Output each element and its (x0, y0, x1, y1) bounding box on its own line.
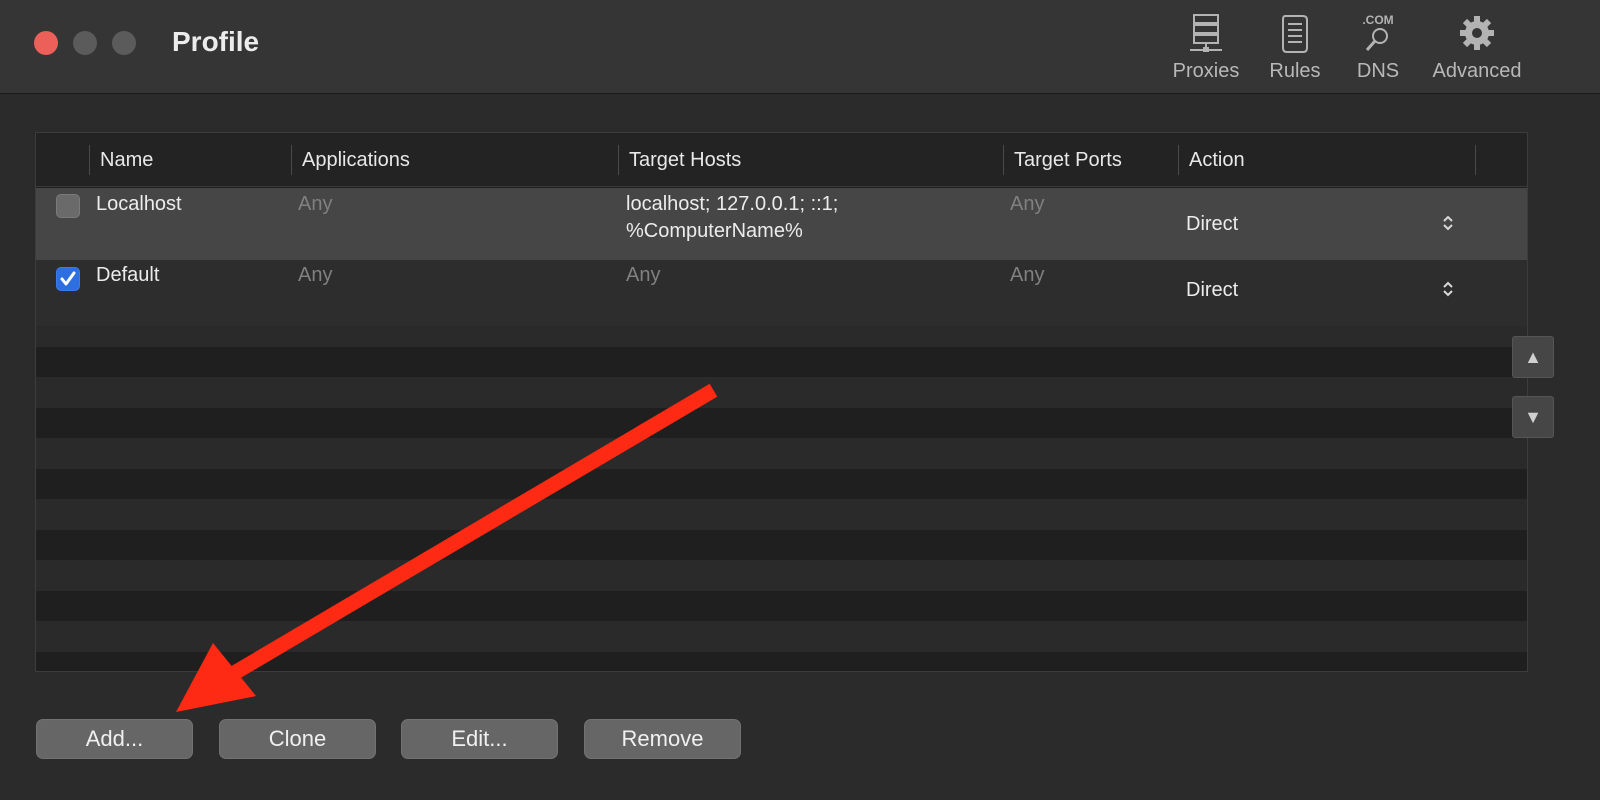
row-action-select[interactable]: Direct (1186, 210, 1238, 238)
row-applications: Any (298, 264, 333, 286)
row-target-ports: Any (1010, 264, 1045, 286)
toolbar-dns-button[interactable]: .COM DNS (1348, 12, 1408, 88)
scroll-icon (1282, 15, 1308, 53)
row-applications: Any (298, 193, 333, 215)
column-header-applications[interactable]: Applications (291, 145, 618, 175)
toolbar-proxies-label: Proxies (1172, 60, 1240, 82)
column-header-target-hosts[interactable]: Target Hosts (618, 145, 1003, 175)
checkmark-icon (60, 271, 76, 286)
table-header: Name Applications Target Hosts Target Po… (36, 133, 1527, 187)
row-target-hosts-line1: localhost; 127.0.0.1; ::1; (626, 193, 839, 215)
updown-chevron-icon[interactable] (1440, 278, 1456, 300)
dns-badge-text: .COM (1362, 13, 1393, 27)
toolbar-advanced-label: Advanced (1432, 60, 1522, 82)
row-target-hosts-line2: %ComputerName% (626, 220, 803, 242)
minimize-window-button[interactable] (73, 31, 97, 55)
close-window-button[interactable] (34, 31, 58, 55)
toolbar-advanced-button[interactable]: Advanced (1424, 12, 1530, 88)
title-bar: Profile Proxies Rules .COM DNS Advanced (0, 0, 1600, 94)
row-name: Default (96, 264, 160, 286)
toolbar-rules-button[interactable]: Rules (1260, 12, 1330, 88)
window-title: Profile (172, 26, 260, 57)
toolbar-dns-label: DNS (1356, 60, 1400, 82)
table-row[interactable]: Localhost Any localhost; 127.0.0.1; ::1;… (36, 188, 1527, 260)
column-header-name[interactable]: Name (89, 145, 291, 175)
remove-button[interactable]: Remove (584, 719, 741, 759)
updown-chevron-icon[interactable] (1440, 212, 1456, 234)
row-action-select[interactable]: Direct (1186, 276, 1238, 304)
move-down-button[interactable]: ▼ (1512, 396, 1554, 438)
rules-table: Name Applications Target Hosts Target Po… (35, 132, 1528, 672)
magnifier-icon: .COM (1362, 13, 1394, 51)
move-up-button[interactable]: ▲ (1512, 336, 1554, 378)
toolbar-proxies-button[interactable]: Proxies (1166, 12, 1246, 88)
zoom-window-button[interactable] (112, 31, 136, 55)
row-enabled-checkbox[interactable] (56, 194, 80, 218)
row-enabled-checkbox[interactable] (56, 267, 80, 291)
add-button[interactable]: Add... (36, 719, 193, 759)
row-target-hosts-line1: Any (626, 264, 661, 286)
column-header-action[interactable]: Action (1178, 145, 1476, 175)
row-name: Localhost (96, 193, 182, 215)
edit-button[interactable]: Edit... (401, 719, 558, 759)
gear-icon (1460, 16, 1494, 50)
triangle-up-icon: ▲ (1524, 346, 1542, 367)
server-icon (1190, 14, 1222, 52)
triangle-down-icon: ▼ (1524, 406, 1542, 427)
toolbar-rules-label: Rules (1269, 60, 1321, 82)
column-header-target-ports[interactable]: Target Ports (1003, 145, 1178, 175)
clone-button[interactable]: Clone (219, 719, 376, 759)
table-row[interactable]: Default Any Any Any Direct (36, 260, 1527, 326)
row-target-ports: Any (1010, 193, 1045, 215)
